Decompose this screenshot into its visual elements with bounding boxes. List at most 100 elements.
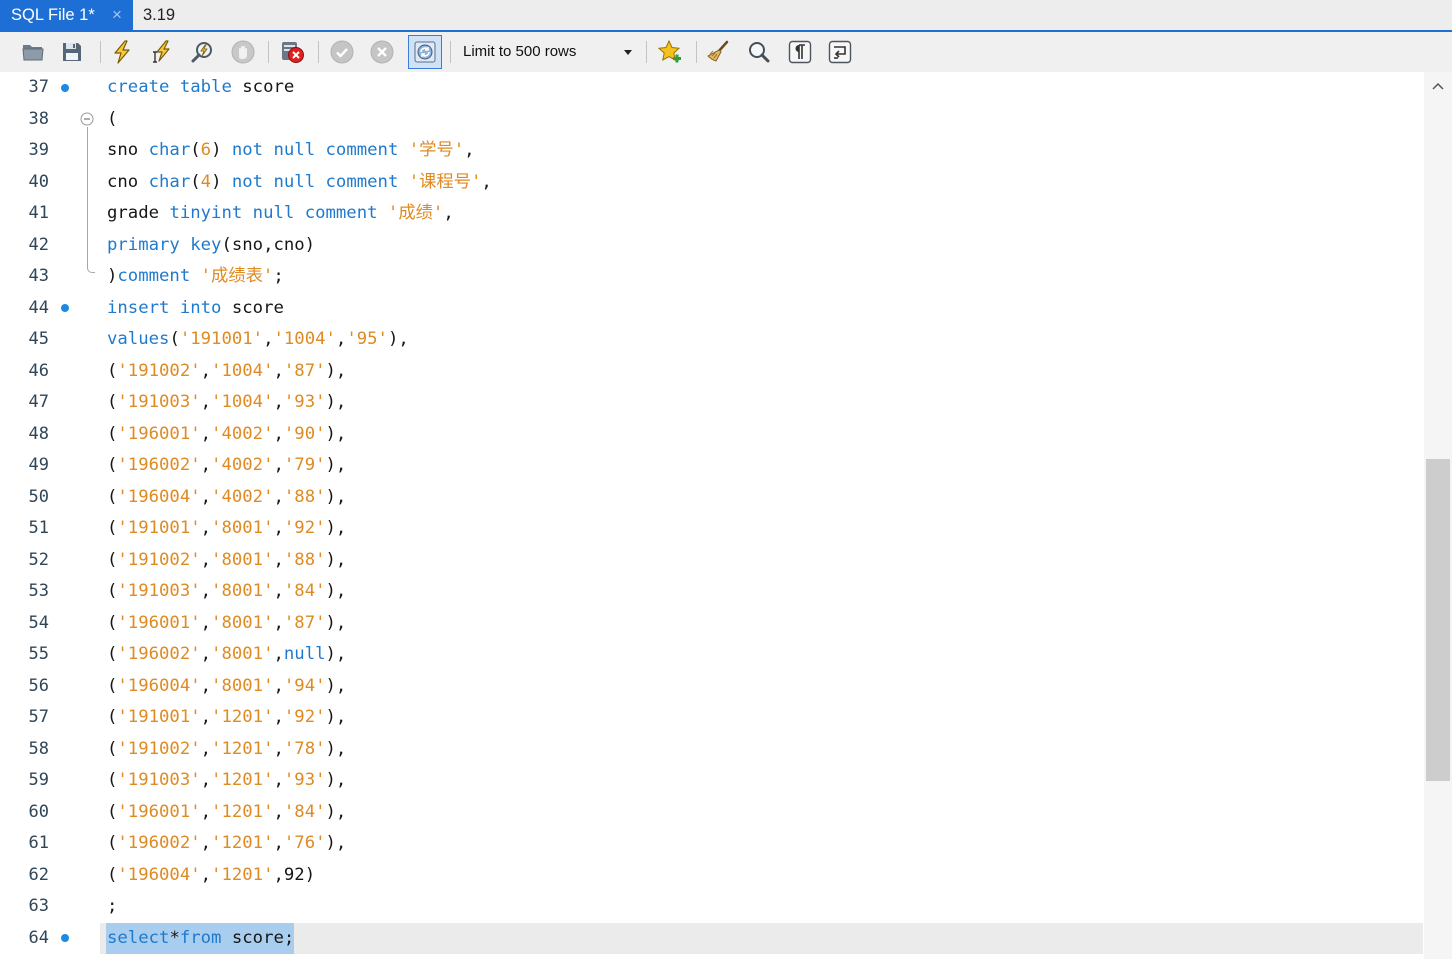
code-text: ('196001','4002','90'), [107, 419, 346, 451]
stop-icon[interactable] [231, 40, 255, 64]
code-line[interactable]: 39 sno char(6) not null comment '学号', [0, 135, 1424, 167]
code-line[interactable]: 40 cno char(4) not null comment '课程号', [0, 167, 1424, 199]
scroll-up-icon[interactable] [1432, 82, 1444, 90]
rollback-icon[interactable] [370, 40, 394, 64]
code-token-punctuation: ( [107, 423, 118, 444]
code-line[interactable]: 52 ('191002','8001','88'), [0, 545, 1424, 577]
stop-on-error-toggle-icon[interactable] [281, 40, 305, 64]
code-token-punctuation: , [273, 707, 284, 727]
code-text: ('191002','1004','87'), [107, 356, 346, 388]
code-token-punctuation: ), [325, 675, 347, 696]
word-wrap-icon[interactable] [828, 40, 852, 64]
code-token-keyword: select [107, 927, 170, 948]
code-token-punctuation: ,92) [273, 864, 316, 885]
code-token-punctuation: , [200, 833, 212, 853]
code-line[interactable]: 63; [0, 891, 1424, 923]
code-token-string: '84' [283, 801, 326, 822]
statement-marker-icon [61, 83, 69, 92]
code-line[interactable]: 43)comment '成绩表'; [0, 261, 1424, 293]
code-token-string: '1201' [211, 707, 274, 727]
code-line[interactable]: 57 ('191001','1201','92'), [0, 702, 1424, 734]
code-text: ('191001','8001','92'), [107, 513, 346, 545]
code-line[interactable]: 49 ('196002','4002','79'), [0, 450, 1424, 482]
code-line[interactable]: 54 ('196001','8001','87'), [0, 608, 1424, 640]
code-token-string: '8001' [211, 675, 274, 696]
code-line[interactable]: 61 ('196002','1201','76'), [0, 828, 1424, 860]
code-token-string: '1201' [211, 864, 274, 885]
code-token-punctuation: , [273, 392, 284, 412]
code-token-punctuation: ( [107, 360, 118, 381]
code-line[interactable]: 50 ('196004','4002','88'), [0, 482, 1424, 514]
tab-sql-file-1[interactable]: SQL File 1* × [0, 0, 133, 30]
code-text: ('196001','1201','84'), [107, 797, 346, 829]
code-line[interactable]: 42 primary key(sno,cno) [0, 230, 1424, 262]
code-token-string: '92' [283, 707, 326, 727]
code-token-string: '8001' [211, 549, 274, 570]
code-token-string: '191001' [179, 329, 264, 349]
limit-rows-select[interactable]: Limit to 500 rows [456, 36, 642, 68]
code-token-string: '1004' [211, 392, 274, 412]
code-token-punctuation: ( [107, 612, 118, 633]
open-file-icon[interactable] [21, 40, 45, 64]
code-token-punctuation: , [200, 581, 212, 601]
execute-icon[interactable] [110, 40, 134, 64]
code-token-string: '191002' [117, 549, 201, 570]
code-line[interactable]: 59 ('191003','1201','93'), [0, 765, 1424, 797]
add-snippet-icon[interactable] [658, 40, 682, 64]
code-line[interactable]: 48 ('196001','4002','90'), [0, 419, 1424, 451]
code-token-string: '95' [346, 329, 388, 349]
commit-icon[interactable] [330, 40, 354, 64]
save-icon[interactable] [60, 40, 84, 64]
code-token-string: '87' [283, 612, 326, 633]
fold-collapse-icon[interactable] [80, 112, 94, 126]
code-token-keyword: primary key [107, 234, 222, 255]
code-line[interactable]: 41 grade tinyint null comment '成绩', [0, 198, 1424, 230]
code-line[interactable]: 56 ('196004','8001','94'), [0, 671, 1424, 703]
code-line[interactable]: 62 ('196004','1201',92) [0, 860, 1424, 892]
code-line[interactable]: 37 create table score [0, 72, 1424, 104]
code-token-string: 6 [200, 140, 212, 160]
code-token-punctuation: ), [325, 612, 347, 633]
code-token-punctuation: ; [283, 927, 295, 948]
beautify-icon[interactable] [706, 40, 730, 64]
code-token-punctuation: , [200, 455, 212, 475]
code-line[interactable]: 46 ('191002','1004','87'), [0, 356, 1424, 388]
code-line[interactable]: 64 select*from score; [0, 922, 1424, 954]
code-token-punctuation: , [273, 644, 284, 664]
code-line[interactable]: 55 ('196002','8001',null), [0, 639, 1424, 671]
explain-icon[interactable] [191, 40, 215, 64]
code-line[interactable]: 44 insert into score [0, 293, 1424, 325]
code-token-punctuation: ( [107, 833, 118, 853]
code-line[interactable]: 60 ('196001','1201','84'), [0, 797, 1424, 829]
code-line[interactable]: 38 ( [0, 104, 1424, 136]
find-icon[interactable] [747, 40, 771, 64]
code-token-punctuation: ) [211, 171, 232, 192]
code-token-string: '课程号' [398, 171, 482, 192]
execute-current-statement-icon[interactable] [150, 40, 174, 64]
toolbar-separator [646, 41, 647, 63]
code-line[interactable]: 45 values('191001','1004','95'), [0, 324, 1424, 356]
toolbar-separator [696, 41, 697, 63]
code-token-string: '93' [283, 392, 326, 412]
autocommit-toggle-icon[interactable] [408, 35, 442, 69]
code-token-punctuation: * [169, 927, 180, 948]
code-text: ('191002','1201','78'), [107, 734, 346, 766]
code-line[interactable]: 53 ('191003','8001','84'), [0, 576, 1424, 608]
code-text: cno char(4) not null comment '课程号', [107, 167, 492, 199]
code-token-punctuation: ) [107, 266, 118, 286]
code-line[interactable]: 51 ('191001','8001','92'), [0, 513, 1424, 545]
sql-editor[interactable]: 37 create table score 38(39 sno char(6) not… [0, 72, 1424, 959]
tab-3-19[interactable]: 3.19 [143, 0, 175, 30]
vertical-scrollbar[interactable] [1424, 72, 1452, 959]
code-line[interactable]: 47 ('191003','1004','93'), [0, 387, 1424, 419]
code-text: primary key(sno,cno) [107, 230, 315, 262]
code-token-string: '93' [283, 770, 326, 790]
scrollbar-thumb[interactable] [1426, 459, 1450, 781]
invisible-characters-icon[interactable] [788, 40, 812, 64]
code-token-string: '1004' [211, 360, 274, 381]
code-line[interactable]: 58 ('191002','1201','78'), [0, 734, 1424, 766]
close-tab-icon[interactable]: × [109, 0, 125, 30]
code-token-punctuation: ), [325, 392, 347, 412]
toolbar-separator [318, 41, 319, 63]
code-token-string: '191003' [117, 770, 201, 790]
